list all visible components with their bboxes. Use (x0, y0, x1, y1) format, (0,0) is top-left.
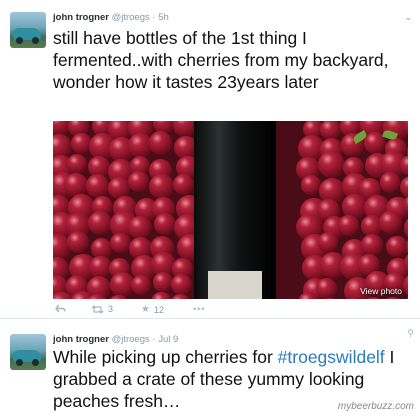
favorite-button[interactable]: ★ 12 (141, 304, 164, 315)
separator: · (152, 12, 156, 23)
favorite-icon: ★ (141, 304, 150, 315)
author-handle[interactable]: @jtroegs (112, 334, 150, 345)
cherry (171, 274, 193, 296)
reply-icon (55, 304, 66, 313)
cherry (153, 213, 176, 236)
favorite-count: 12 (153, 304, 164, 315)
author-handle[interactable]: @jtroegs (112, 12, 150, 23)
cherry (319, 121, 341, 140)
hashtag-link[interactable]: #troegswildelf (278, 347, 385, 367)
author-name[interactable]: john trogner (53, 12, 109, 23)
cherry (318, 151, 346, 179)
tweet-text: still have bottles of the 1st thing I fe… (53, 28, 394, 92)
retweet-icon (91, 304, 104, 314)
tweet-photo[interactable]: View photo (53, 121, 408, 299)
more-button[interactable]: ••• (193, 304, 205, 314)
cherry (170, 293, 192, 299)
cherry (338, 214, 359, 236)
cherry (128, 171, 150, 193)
chevron-down-icon[interactable]: ⌄ (404, 12, 412, 23)
tweet-time[interactable]: Jul 9 (158, 334, 178, 345)
cherry (66, 153, 87, 175)
cherry (150, 291, 172, 299)
tweet-1[interactable]: john trogner @jtroegs · 5h ⌄ still have … (0, 0, 420, 318)
cherry (148, 131, 173, 155)
cherry (316, 277, 338, 299)
cherry (360, 233, 384, 256)
more-icon: ••• (193, 304, 206, 314)
cherry (379, 211, 402, 235)
avatar[interactable] (10, 334, 46, 370)
cherry (148, 174, 174, 200)
divider (0, 318, 420, 319)
cherry (128, 216, 152, 240)
cherry (67, 231, 89, 254)
avatar[interactable] (10, 12, 46, 48)
tweet-text-start: While picking up cherries for (53, 347, 278, 367)
cherry (400, 175, 408, 199)
tweet-header: john trogner @jtroegs · Jul 9 (53, 334, 178, 345)
author-name[interactable]: john trogner (53, 334, 109, 345)
cherry (172, 174, 194, 196)
tweet-time[interactable]: 5h (158, 12, 169, 23)
retweet-count: 3 (108, 304, 114, 314)
cherry (381, 297, 405, 299)
watermark: mybeerbuzz.com (337, 401, 414, 412)
retweet-button[interactable]: 3 (91, 304, 113, 314)
view-photo-link[interactable]: View photo (360, 286, 402, 296)
bottle-image (194, 121, 276, 299)
cherry (386, 235, 408, 258)
cherry (403, 215, 408, 242)
cherry (379, 172, 401, 194)
cherry (85, 173, 110, 198)
tweet-header: john trogner @jtroegs · 5h (53, 12, 169, 23)
cherry (130, 274, 151, 295)
location-pin-icon[interactable]: ⚲ (407, 328, 414, 339)
separator: · (152, 334, 156, 345)
reply-button[interactable] (55, 304, 66, 313)
cherry (152, 271, 173, 292)
cherry (317, 232, 339, 253)
cherry (110, 233, 131, 254)
cherry (87, 211, 112, 236)
